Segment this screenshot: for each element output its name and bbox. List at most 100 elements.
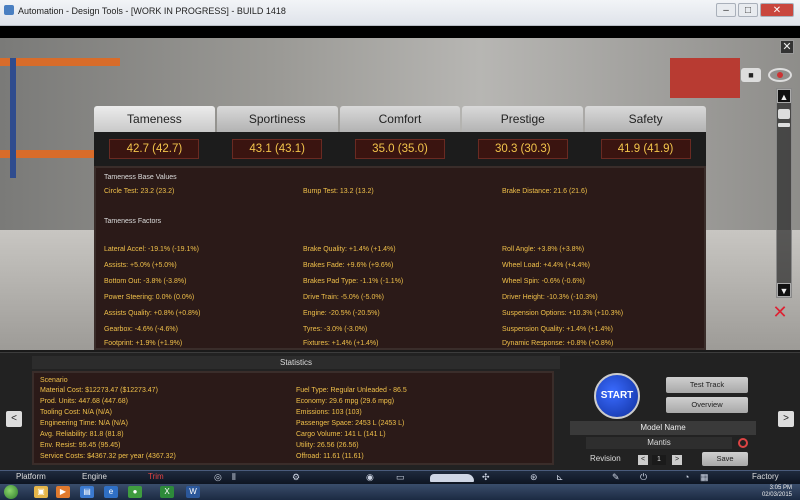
- chrome-icon[interactable]: ●: [128, 486, 142, 498]
- stat-passenger-space: Passenger Space: 2453 L (2453 L): [296, 420, 405, 427]
- dashboard-icon[interactable]: ▭: [396, 472, 405, 483]
- nav-engine[interactable]: Engine: [82, 472, 107, 481]
- factor-row: Assists Quality: +0.8% (+0.8%) Engine: -…: [96, 306, 704, 322]
- overview-button[interactable]: Overview: [666, 397, 748, 413]
- maximize-button[interactable]: □: [738, 3, 758, 17]
- factor-assists: Assists: +5.0% (+5.0%): [104, 262, 177, 269]
- tab-tameness[interactable]: Tameness: [94, 106, 215, 132]
- media-player-icon[interactable]: ▶: [56, 486, 70, 498]
- stat-env-resist: Env. Resist: 95.45 (95.45): [40, 442, 121, 449]
- factor-drive-train: Drive Train: -5.0% (-5.0%): [303, 294, 384, 301]
- bump-test-value: 13.2 (13.2): [339, 188, 374, 195]
- factor-roll-angle: Roll Angle: +3.8% (+3.8%): [502, 246, 585, 253]
- revision-prev-button[interactable]: <: [638, 455, 648, 465]
- tab-safety[interactable]: Safety: [585, 106, 706, 132]
- vertical-scrollbar[interactable]: ▲ ▼: [776, 88, 792, 298]
- nav-platform[interactable]: Platform: [16, 472, 46, 481]
- stat-economy: Economy: 29.6 mpg (29.6 mpg): [296, 398, 395, 405]
- scroll-up-icon[interactable]: ▲: [777, 89, 791, 103]
- fan-icon[interactable]: ✣: [482, 472, 490, 483]
- body-icon[interactable]: ◎: [214, 472, 222, 483]
- app-icon: [4, 5, 14, 15]
- overlay-close-button[interactable]: ✕: [780, 40, 794, 54]
- clock-time: 3:05 PM: [769, 485, 792, 491]
- factor-fixtures: Fixtures: +1.4% (+1.4%): [303, 340, 379, 347]
- seat-icon[interactable]: ⊾: [556, 472, 564, 483]
- ratings-panel: Tameness Sportiness Comfort Prestige Saf…: [94, 106, 706, 350]
- nav-factory[interactable]: Factory: [752, 472, 779, 481]
- stat-material-cost: Material Cost: $12273.47 ($12273.47): [40, 387, 158, 394]
- score-comfort: 35.0 (35.0): [354, 139, 445, 159]
- window-close-button[interactable]: ✕: [760, 3, 794, 17]
- window-controls: – □ ✕: [716, 3, 794, 17]
- scroll-down-icon[interactable]: ▼: [777, 283, 791, 297]
- stats-row: Engineering Time: N/A (N/A) Passenger Sp…: [40, 420, 550, 430]
- ie-icon[interactable]: e: [104, 486, 118, 498]
- factors-heading: Tameness Factors: [104, 218, 162, 225]
- gear-icon[interactable]: ⚙: [292, 472, 300, 483]
- excel-icon[interactable]: X: [160, 486, 174, 498]
- flag-icon[interactable]: ▦: [700, 472, 709, 483]
- refresh-icon[interactable]: [738, 438, 748, 448]
- system-clock[interactable]: 3:05 PM 02/03/2015: [762, 485, 792, 499]
- save-button[interactable]: Save: [702, 452, 748, 466]
- revision-label: Revision: [590, 454, 621, 463]
- rack-graphic: [670, 58, 740, 98]
- car-icon[interactable]: [430, 474, 474, 482]
- windows-start-icon[interactable]: [4, 485, 18, 499]
- window-titlebar: Automation - Design Tools - [WORK IN PRO…: [0, 0, 800, 26]
- base-values-row: Circle Test: 23.2 (23.2) Bump Test: 13.2…: [96, 184, 704, 200]
- score-sportiness: 43.1 (43.1): [232, 139, 323, 159]
- factor-assists-quality: Assists Quality: +0.8% (+0.8%): [104, 310, 201, 317]
- start-button[interactable]: START: [594, 373, 640, 419]
- factor-power-steering: Power Steering: 0.0% (0.0%): [104, 294, 195, 301]
- factor-row: Lateral Accel: -19.1% (-19.1%) Brake Qua…: [96, 242, 704, 258]
- test-icon[interactable]: ◔: [684, 472, 689, 482]
- stat-avg-reliability: Avg. Reliability: 81.8 (81.8): [40, 431, 124, 438]
- score-prestige: 30.3 (30.3): [477, 139, 568, 159]
- tab-sportiness[interactable]: Sportiness: [216, 106, 338, 132]
- factor-dynamic-response: Dynamic Response: +0.8% (+0.8%): [502, 340, 614, 347]
- power-icon[interactable]: ⏻: [640, 472, 647, 483]
- piston-icon[interactable]: ⫴: [232, 472, 236, 483]
- factor-gearbox: Gearbox: -4.6% (-4.6%): [104, 326, 178, 333]
- factor-bottom-out: Bottom Out: -3.8% (-3.8%): [104, 278, 187, 285]
- calendar-icon[interactable]: ▤: [80, 486, 94, 498]
- revision-next-button[interactable]: >: [672, 455, 682, 465]
- scroll-thumb[interactable]: [778, 109, 790, 119]
- next-arrow-button[interactable]: >: [778, 411, 794, 427]
- stat-prod-units: Prod. Units: 447.68 (447.68): [40, 398, 128, 405]
- tab-prestige[interactable]: Prestige: [462, 106, 584, 132]
- factor-brake-quality: Brake Quality: +1.4% (+1.4%): [303, 246, 396, 253]
- stats-row: Prod. Units: 447.68 (447.68) Economy: 29…: [40, 398, 550, 408]
- camera-icon[interactable]: ■: [741, 68, 761, 82]
- word-icon[interactable]: W: [186, 486, 200, 498]
- brake-distance-value: 21.6 (21.6): [553, 188, 588, 195]
- factor-lateral-accel: Lateral Accel: -19.1% (-19.1%): [104, 246, 199, 253]
- eye-icon[interactable]: [768, 68, 792, 82]
- bottom-panel: < Statistics Scenario Material Cost: $12…: [0, 352, 800, 470]
- model-name-field[interactable]: Mantis: [586, 437, 732, 449]
- factor-brakes-pad-type: Brakes Pad Type: -1.1% (-1.1%): [303, 278, 404, 285]
- test-track-button[interactable]: Test Track: [666, 377, 748, 393]
- tab-comfort[interactable]: Comfort: [339, 106, 461, 132]
- prev-arrow-button[interactable]: <: [6, 411, 22, 427]
- factor-suspension-options: Suspension Options: +10.3% (+10.3%): [502, 310, 624, 317]
- steering-icon[interactable]: ⊛: [530, 472, 538, 483]
- factor-tyres: Tyres: -3.0% (-3.0%): [303, 326, 368, 333]
- game-nav-bar: Platform Engine Trim ◎ ⫴ ⚙ ◉ ▭ ✣ ⊛ ⊾ ✎ ⏻…: [0, 470, 800, 484]
- rating-scores: 42.7 (42.7) 43.1 (43.1) 35.0 (35.0) 30.3…: [94, 132, 706, 166]
- stat-utility: Utility: 26.56 (26.56): [296, 442, 359, 449]
- wheel-icon[interactable]: ◉: [366, 472, 374, 483]
- scroll-thumb-secondary[interactable]: [778, 123, 790, 127]
- disable-icon[interactable]: ✕: [770, 302, 790, 322]
- factor-footprint: Footprint: +1.9% (+1.9%): [104, 340, 183, 347]
- nav-trim[interactable]: Trim: [148, 472, 164, 481]
- explorer-icon[interactable]: ▣: [34, 486, 48, 498]
- factor-row: Assists: +5.0% (+5.0%) Brakes Fade: +9.6…: [96, 258, 704, 274]
- stat-offroad: Offroad: 11.61 (11.61): [296, 453, 364, 460]
- tool-icon[interactable]: ✎: [612, 472, 620, 483]
- brake-distance-label: Brake Distance:: [502, 188, 552, 195]
- minimize-button[interactable]: –: [716, 3, 736, 17]
- factor-row: Footprint: +1.9% (+1.9%) Fixtures: +1.4%…: [96, 336, 704, 348]
